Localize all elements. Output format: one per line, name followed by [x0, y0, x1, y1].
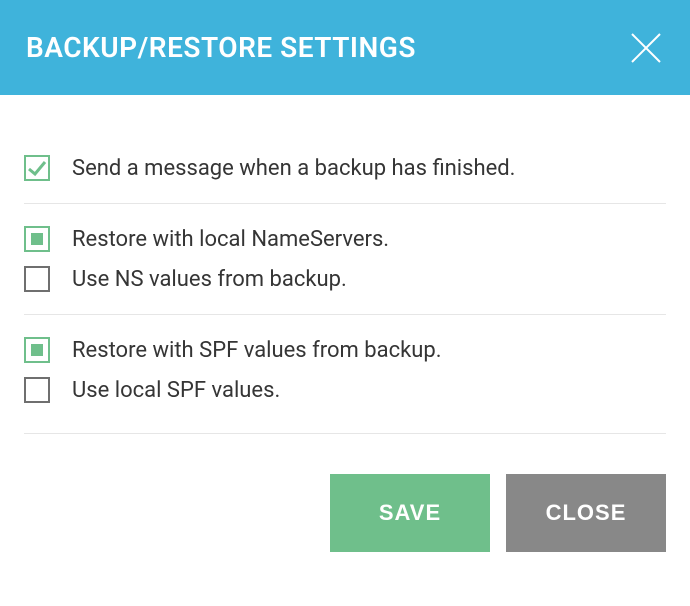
option-row: Restore with local NameServers. — [24, 226, 666, 252]
close-button[interactable]: CLOSE — [506, 474, 666, 552]
option-group: Send a message when a backup has finishe… — [24, 155, 666, 204]
option-label[interactable]: Use NS values from backup. — [72, 267, 347, 292]
option-row: Restore with SPF values from backup. — [24, 337, 666, 363]
dialog-footer: SAVE CLOSE — [0, 434, 690, 576]
option-row: Use local SPF values. — [24, 377, 666, 403]
option-group: Restore with local NameServers. Use NS v… — [24, 226, 666, 315]
dialog-title: BACKUP/RESTORE SETTINGS — [26, 31, 416, 64]
checkbox-send-message[interactable] — [24, 155, 50, 181]
close-icon[interactable] — [628, 30, 664, 66]
dialog-header: BACKUP/RESTORE SETTINGS — [0, 0, 690, 95]
option-row: Send a message when a backup has finishe… — [24, 155, 666, 181]
checkbox-restore-spf-backup[interactable] — [24, 337, 50, 363]
option-group: Restore with SPF values from backup. Use… — [24, 337, 666, 434]
option-row: Use NS values from backup. — [24, 266, 666, 292]
dialog-body: Send a message when a backup has finishe… — [0, 95, 690, 434]
option-label[interactable]: Send a message when a backup has finishe… — [72, 156, 515, 181]
option-label[interactable]: Use local SPF values. — [72, 378, 280, 403]
save-button[interactable]: SAVE — [330, 474, 490, 552]
checkbox-restore-local-ns[interactable] — [24, 226, 50, 252]
option-label[interactable]: Restore with local NameServers. — [72, 227, 389, 252]
option-label[interactable]: Restore with SPF values from backup. — [72, 338, 442, 363]
checkbox-use-local-spf[interactable] — [24, 377, 50, 403]
checkbox-use-ns-backup[interactable] — [24, 266, 50, 292]
